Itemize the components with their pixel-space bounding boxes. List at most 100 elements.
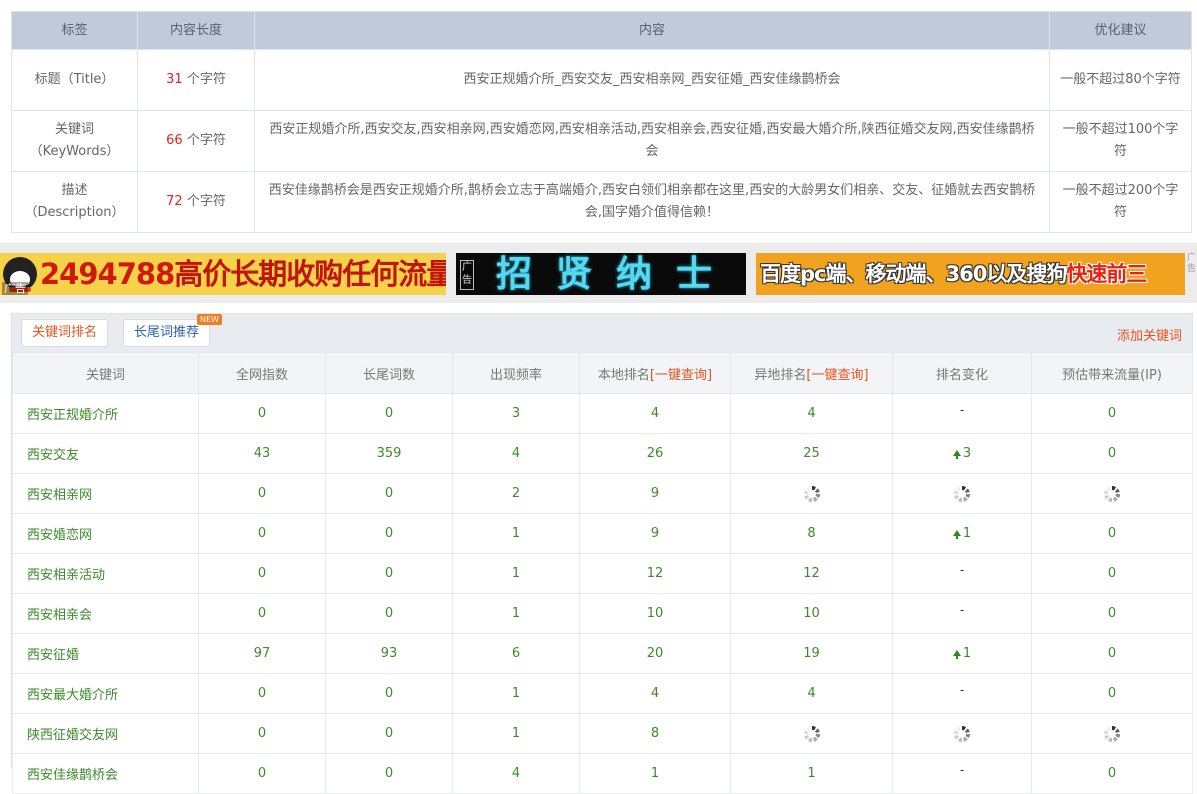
local-rank-query-link[interactable]: [一键查询] xyxy=(650,368,712,383)
loading-spinner-icon xyxy=(1104,485,1120,502)
meta-header-label: 标签 xyxy=(11,11,138,50)
longtail-cell: 0 xyxy=(325,553,453,594)
longtail-cell: 0 xyxy=(325,393,453,434)
frequency-cell: 4 xyxy=(452,753,580,794)
loading-spinner-icon xyxy=(803,485,820,502)
local-rank-cell: 9 xyxy=(579,473,731,514)
local-rank-cell: 26 xyxy=(579,433,731,474)
local-rank-cell: 4 xyxy=(579,393,731,434)
meta-length-count: 72 xyxy=(166,194,183,209)
meta-header-content: 内容 xyxy=(254,11,1050,50)
keyword-link[interactable]: 西安相亲会 xyxy=(27,608,92,623)
keyword-cell: 西安交友 xyxy=(12,433,199,474)
index-cell: 0 xyxy=(198,473,326,514)
traffic-cell: 0 xyxy=(1031,673,1193,714)
index-cell: 0 xyxy=(198,553,326,594)
meta-row: 标题（Title） 31 个字符 西安正规婚介所_西安交友_西安相亲网_西安征婚_西… xyxy=(11,49,1192,111)
meta-length-count: 31 xyxy=(166,72,183,87)
remote-rank-query-link[interactable]: [一键查询] xyxy=(806,368,868,383)
ad-banner-seo[interactable]: 百度pc端、移动端、360以及搜狗快速前三 xyxy=(756,253,1185,295)
ad-banner-traffic[interactable]: 2494788高价长期收购任何流量 广告 xyxy=(0,253,446,295)
arrow-up-icon xyxy=(952,649,961,659)
index-cell: 43 xyxy=(198,433,326,474)
loading-spinner-icon xyxy=(803,725,820,742)
keyword-link[interactable]: 西安佳缘鹊桥会 xyxy=(27,768,118,783)
traffic-cell xyxy=(1031,473,1193,514)
keyword-link[interactable]: 西安相亲网 xyxy=(27,488,92,503)
meta-label: 标题（Title） xyxy=(11,49,138,111)
ad-banner-recruit[interactable]: 广告 招贤纳士 xyxy=(456,253,746,295)
col-frequency: 出现频率 xyxy=(452,352,580,394)
keyword-cell: 西安最大婚介所 xyxy=(12,673,199,714)
seo-meta-table: 标签 内容长度 内容 优化建议 标题（Title） 31 个字符 西安正规婚介所_西… xyxy=(11,11,1192,233)
frequency-cell: 1 xyxy=(452,713,580,754)
meta-length-count: 66 xyxy=(166,133,183,148)
keyword-cell: 西安正规婚介所 xyxy=(12,393,199,434)
col-longtail: 长尾词数 xyxy=(325,352,453,394)
keyword-link[interactable]: 西安征婚 xyxy=(27,648,79,663)
remote-rank-cell: 19 xyxy=(730,633,893,674)
rank-change-cell: 1 xyxy=(892,513,1032,554)
no-change-dash: - xyxy=(959,683,965,697)
frequency-cell: 2 xyxy=(452,473,580,514)
remote-rank-cell: 12 xyxy=(730,553,893,594)
traffic-cell xyxy=(1031,713,1193,754)
keyword-cell: 西安相亲网 xyxy=(12,473,199,514)
traffic-cell: 0 xyxy=(1031,553,1193,594)
longtail-cell: 0 xyxy=(325,593,453,634)
frequency-cell: 1 xyxy=(452,673,580,714)
col-traffic: 预估带来流量(IP) xyxy=(1031,352,1193,394)
keyword-cell: 西安佳缘鹊桥会 xyxy=(12,753,199,794)
ad-banner-seo-text: 百度pc端、移动端、360以及搜狗快速前三 xyxy=(760,262,1147,286)
frequency-cell: 1 xyxy=(452,593,580,634)
meta-advice: 一般不超过100个字符 xyxy=(1049,110,1192,172)
meta-length: 72 个字符 xyxy=(137,171,255,233)
meta-content: 西安正规婚介所_西安交友_西安相亲网_西安征婚_西安佳缘鹊桥会 xyxy=(254,49,1050,111)
tab-keyword-ranking[interactable]: 关键词排名 xyxy=(21,319,109,347)
rank-change-cell xyxy=(892,713,1032,754)
traffic-cell: 0 xyxy=(1031,513,1193,554)
keyword-cell: 陕西征婚交友网 xyxy=(12,713,199,754)
local-rank-cell: 10 xyxy=(579,593,731,634)
index-cell: 0 xyxy=(198,753,326,794)
rank-change-cell: - xyxy=(892,673,1032,714)
keyword-link[interactable]: 西安正规婚介所 xyxy=(27,408,118,423)
meta-length: 31 个字符 xyxy=(137,49,255,111)
longtail-cell: 0 xyxy=(325,753,453,794)
longtail-cell: 93 xyxy=(325,633,453,674)
meta-header-length: 内容长度 xyxy=(137,11,255,50)
keyword-table: 关键词 全网指数 长尾词数 出现频率 本地排名[一键查询] 异地排名[一键查询]… xyxy=(12,352,1193,794)
traffic-cell: 0 xyxy=(1031,593,1193,634)
keyword-link[interactable]: 西安交友 xyxy=(27,448,79,463)
keyword-row: 西安相亲活动 0 0 1 12 12-0 xyxy=(12,553,1193,594)
loading-spinner-icon xyxy=(954,725,970,742)
meta-header-row: 标签 内容长度 内容 优化建议 xyxy=(11,11,1192,50)
ad-label: 广告 xyxy=(460,260,474,290)
keyword-row: 陕西征婚交友网 0 0 1 8 xyxy=(12,713,1193,754)
local-rank-cell: 20 xyxy=(579,633,731,674)
arrow-up-icon xyxy=(952,449,961,459)
traffic-cell: 0 xyxy=(1031,753,1193,794)
local-rank-cell: 1 xyxy=(579,753,731,794)
rank-up-indicator: 1 xyxy=(952,646,971,661)
frequency-cell: 6 xyxy=(452,633,580,674)
remote-rank-cell xyxy=(730,473,893,514)
longtail-cell: 0 xyxy=(325,513,453,554)
col-local-rank: 本地排名[一键查询] xyxy=(579,352,731,394)
keyword-link[interactable]: 西安相亲活动 xyxy=(27,568,105,583)
meta-row: 描述（Description） 72 个字符 西安佳缘鹊桥会是西安正规婚介所,鹊桥会… xyxy=(11,171,1192,233)
rank-change-cell xyxy=(892,473,1032,514)
add-keyword-link[interactable]: 添加关键词 xyxy=(1117,325,1182,344)
remote-rank-cell: 4 xyxy=(730,393,893,434)
rank-change-cell: 3 xyxy=(892,433,1032,474)
remote-rank-cell: 10 xyxy=(730,593,893,634)
remote-rank-cell: 4 xyxy=(730,673,893,714)
keyword-link[interactable]: 陕西征婚交友网 xyxy=(27,728,118,743)
col-keyword: 关键词 xyxy=(12,352,199,394)
remote-rank-cell: 8 xyxy=(730,513,893,554)
keyword-link[interactable]: 西安婚恋网 xyxy=(27,528,92,543)
keyword-row: 西安最大婚介所 0 0 1 4 4-0 xyxy=(12,673,1193,714)
rank-change-cell: - xyxy=(892,393,1032,434)
keyword-link[interactable]: 西安最大婚介所 xyxy=(27,688,118,703)
col-index: 全网指数 xyxy=(198,352,326,394)
